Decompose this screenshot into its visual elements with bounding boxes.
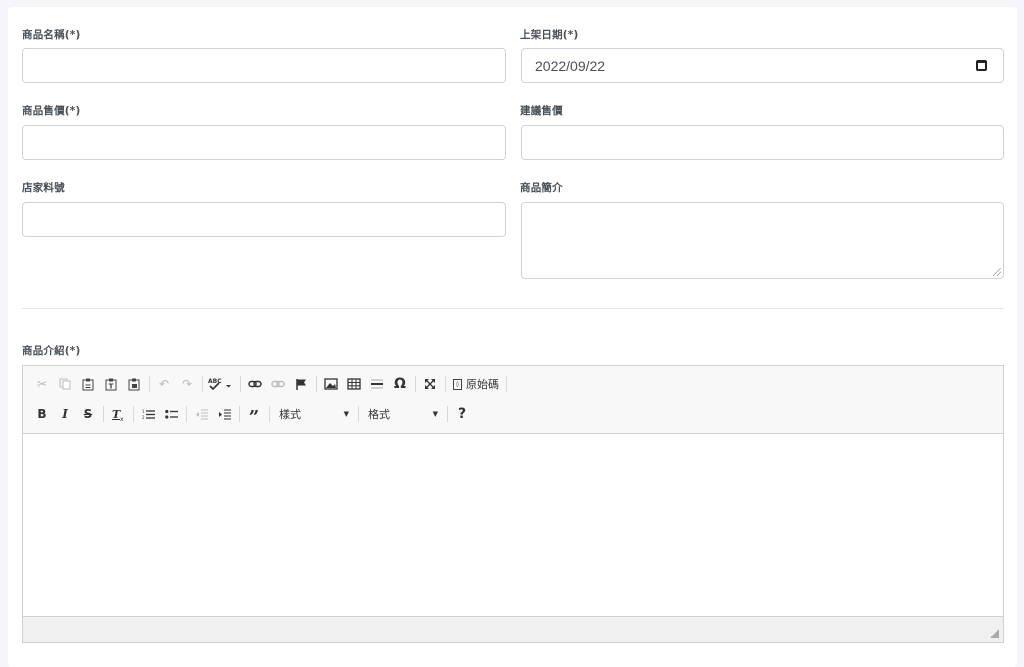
cut-icon[interactable]: ✂ bbox=[31, 373, 53, 395]
remove-format-icon[interactable]: Tx bbox=[107, 403, 129, 425]
svg-text:1: 1 bbox=[142, 409, 145, 414]
svg-text:ABC: ABC bbox=[208, 378, 222, 385]
description-label: 商品介紹(*) bbox=[22, 345, 81, 357]
section-divider bbox=[22, 308, 1004, 309]
chevron-down-icon: ▼ bbox=[343, 410, 349, 418]
toolbar-separator bbox=[445, 376, 446, 392]
indent-icon[interactable] bbox=[213, 403, 235, 425]
editor-toolbar: ✂ T ↶ ↷ ABC Ω ◊ 原始碼 B I S T x 1 2 ” 樣式 ▼… bbox=[23, 366, 1003, 434]
italic-icon[interactable]: I bbox=[54, 403, 76, 425]
svg-text:T: T bbox=[109, 382, 114, 390]
unlink-icon[interactable] bbox=[267, 373, 289, 395]
styles-combo-label: 樣式 bbox=[279, 408, 301, 421]
launch-date-label: 上架日期(*) bbox=[520, 29, 579, 41]
toolbar-separator bbox=[269, 406, 270, 422]
blockquote-icon[interactable]: ” bbox=[243, 400, 265, 428]
price-label: 商品售價(*) bbox=[22, 105, 81, 117]
spellcheck-icon[interactable]: ABC bbox=[206, 373, 236, 395]
toolbar-separator bbox=[239, 406, 240, 422]
numbered-list-icon[interactable]: 12 bbox=[137, 403, 159, 425]
paste-word-icon[interactable] bbox=[123, 373, 145, 395]
calendar-icon[interactable] bbox=[976, 60, 987, 71]
editor-statusbar bbox=[23, 616, 1003, 642]
summary-label: 商品簡介 bbox=[520, 182, 563, 194]
resize-grip-icon[interactable] bbox=[990, 629, 999, 638]
anchor-flag-icon[interactable] bbox=[290, 373, 312, 395]
redo-icon[interactable]: ↷ bbox=[176, 373, 198, 395]
suggested-price-input[interactable] bbox=[521, 125, 1004, 160]
launch-date-value: 2022/09/22 bbox=[535, 58, 606, 74]
outdent-icon[interactable] bbox=[190, 403, 212, 425]
table-icon[interactable] bbox=[343, 373, 365, 395]
image-icon[interactable] bbox=[320, 373, 342, 395]
toolbar-separator bbox=[240, 376, 241, 392]
special-char-omega-icon[interactable]: Ω bbox=[389, 373, 411, 395]
toolbar-separator bbox=[506, 376, 507, 392]
price-input[interactable] bbox=[22, 125, 506, 160]
bulleted-list-icon[interactable] bbox=[160, 403, 182, 425]
horizontal-rule-icon[interactable] bbox=[366, 373, 388, 395]
link-icon[interactable] bbox=[244, 373, 266, 395]
toolbar-row-2: B I S Tx 12 ” 樣式 ▼ 格式 ▼ ? bbox=[31, 400, 474, 428]
chevron-down-icon: ▼ bbox=[432, 410, 438, 418]
copy-icon[interactable] bbox=[54, 373, 76, 395]
paste-text-icon[interactable]: T bbox=[100, 373, 122, 395]
svg-text:x: x bbox=[120, 416, 124, 421]
maximize-icon[interactable] bbox=[419, 373, 441, 395]
help-icon[interactable]: ? bbox=[451, 403, 473, 425]
editor-content-area[interactable] bbox=[23, 434, 1003, 616]
toolbar-separator bbox=[358, 406, 359, 422]
toolbar-separator bbox=[103, 406, 104, 422]
undo-icon[interactable]: ↶ bbox=[153, 373, 175, 395]
svg-text:2: 2 bbox=[142, 415, 145, 420]
store-sku-label: 店家料號 bbox=[22, 182, 65, 194]
product-name-label: 商品名稱(*) bbox=[22, 29, 81, 41]
summary-textarea[interactable] bbox=[521, 202, 1004, 279]
toolbar-separator bbox=[133, 406, 134, 422]
toolbar-separator bbox=[447, 406, 448, 422]
bold-icon[interactable]: B bbox=[31, 403, 53, 425]
toolbar-separator bbox=[186, 406, 187, 422]
suggested-price-label: 建議售價 bbox=[520, 105, 563, 117]
source-icon: ◊ bbox=[453, 378, 462, 390]
format-combo[interactable]: 格式 ▼ bbox=[362, 404, 444, 424]
paste-icon[interactable] bbox=[77, 373, 99, 395]
rich-text-editor: ✂ T ↶ ↷ ABC Ω ◊ 原始碼 B I S T x 1 2 ” 樣式 ▼… bbox=[22, 365, 1004, 643]
product-form-card: 商品名稱(*) 上架日期(*) 2022/09/22 商品售價(*) 建議售價 … bbox=[8, 7, 1017, 667]
strikethrough-icon[interactable]: S bbox=[77, 403, 99, 425]
launch-date-input[interactable]: 2022/09/22 bbox=[521, 48, 1004, 83]
toolbar-row-1: ✂ T ↶ ↷ ABC Ω ◊ 原始碼 bbox=[31, 373, 510, 395]
resize-grip-icon[interactable] bbox=[993, 268, 1001, 276]
product-name-input[interactable] bbox=[22, 48, 506, 83]
toolbar-separator bbox=[202, 376, 203, 392]
store-sku-input[interactable] bbox=[22, 202, 506, 237]
styles-combo[interactable]: 樣式 ▼ bbox=[273, 404, 355, 424]
toolbar-separator bbox=[316, 376, 317, 392]
source-button[interactable]: ◊ 原始碼 bbox=[449, 376, 503, 392]
source-label: 原始碼 bbox=[466, 378, 499, 391]
format-combo-label: 格式 bbox=[368, 408, 390, 421]
toolbar-separator bbox=[149, 376, 150, 392]
toolbar-separator bbox=[415, 376, 416, 392]
